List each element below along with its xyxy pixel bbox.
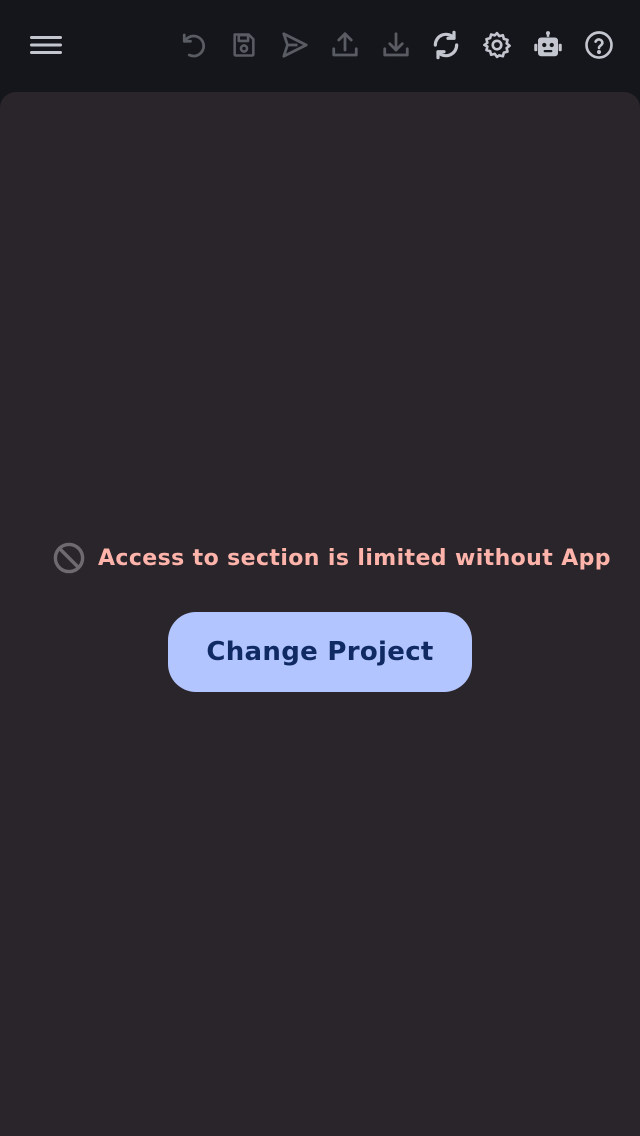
settings-icon[interactable]: [478, 26, 516, 64]
block-icon: [53, 542, 85, 574]
download-icon[interactable]: [377, 26, 415, 64]
menu-icon[interactable]: [27, 26, 65, 64]
undo-icon[interactable]: [174, 26, 212, 64]
sync-icon[interactable]: [427, 26, 465, 64]
change-project-button[interactable]: Change Project: [168, 612, 472, 692]
top-toolbar: [0, 0, 640, 92]
help-icon[interactable]: [580, 26, 618, 64]
save-icon[interactable]: [225, 26, 263, 64]
upload-icon[interactable]: [326, 26, 364, 64]
access-notice: Access to section is limited without App: [52, 540, 611, 576]
robot-icon[interactable]: [529, 26, 567, 64]
send-icon[interactable]: [276, 26, 314, 64]
access-notice-text: Access to section is limited without App: [98, 545, 611, 571]
